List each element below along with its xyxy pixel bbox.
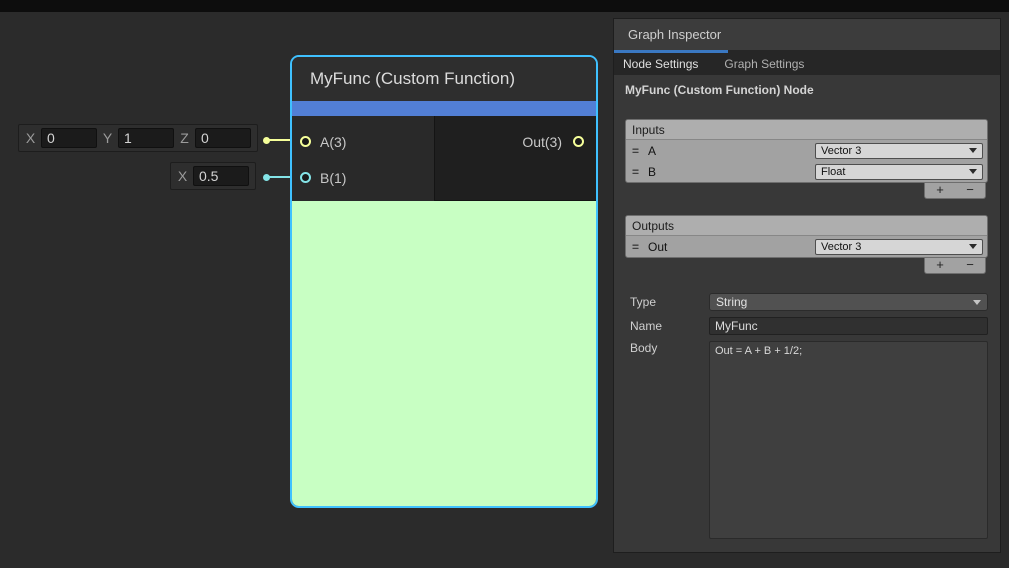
shader-graph-window: X Y Z X MyFunc (Custom Function) A(3) — [0, 0, 1009, 568]
function-body-field[interactable]: Out = A + B + 1/2; — [709, 341, 988, 539]
axis-x-label: X — [177, 168, 188, 184]
add-output-button[interactable]: + — [925, 258, 955, 273]
inspector-content: MyFunc (Custom Function) Node Inputs = A… — [614, 75, 1000, 539]
output-name: Out — [648, 240, 815, 254]
vector3-y-field[interactable] — [118, 128, 174, 148]
float-x-field[interactable] — [193, 166, 249, 186]
outputs-list: Outputs = Out Vector 3 — [625, 215, 988, 258]
node-preview — [292, 201, 596, 506]
node-title: MyFunc (Custom Function) — [310, 69, 515, 89]
inspector-subtitle: MyFunc (Custom Function) Node — [625, 83, 988, 97]
input-port-a-label: A(3) — [320, 134, 346, 150]
inspector-title-bar[interactable]: Graph Inspector — [614, 19, 1000, 50]
list-item-output[interactable]: = Out Vector 3 — [626, 236, 987, 257]
function-name-field[interactable] — [709, 317, 988, 335]
name-label: Name — [625, 319, 709, 333]
input-ports-panel — [292, 116, 435, 201]
type-label: Type — [625, 295, 709, 309]
dropdown-arrow-icon — [969, 244, 977, 249]
dropdown-value: Float — [821, 166, 845, 178]
input-port-b-label: B(1) — [320, 170, 346, 186]
output-type-dropdown[interactable]: Vector 3 — [815, 239, 983, 255]
inputs-list-footer: + − — [924, 183, 986, 199]
dropdown-arrow-icon — [973, 300, 981, 305]
dropdown-arrow-icon — [969, 148, 977, 153]
inspector-tab-bar: Node Settings Graph Settings — [614, 53, 1000, 75]
dropdown-value: String — [716, 295, 747, 309]
dropdown-value: Vector 3 — [821, 145, 861, 157]
dropdown-arrow-icon — [969, 169, 977, 174]
body-label: Body — [625, 341, 709, 355]
drag-handle-icon[interactable]: = — [632, 144, 639, 158]
custom-function-node[interactable]: MyFunc (Custom Function) A(3) B(1) Out(3… — [290, 55, 598, 508]
input-a-name: A — [648, 144, 815, 158]
input-b-type-dropdown[interactable]: Float — [815, 164, 983, 180]
outputs-list-footer: + − — [924, 258, 986, 274]
axis-y-label: Y — [102, 130, 113, 146]
add-input-button[interactable]: + — [925, 183, 955, 198]
drag-handle-icon[interactable]: = — [632, 165, 639, 179]
axis-x-label: X — [25, 130, 36, 146]
input-b-name: B — [648, 165, 815, 179]
list-item-input-b[interactable]: = B Float — [626, 161, 987, 182]
axis-z-label: Z — [179, 130, 190, 146]
inspector-title: Graph Inspector — [628, 27, 721, 42]
input-port-b-icon[interactable] — [300, 172, 311, 183]
dropdown-value: Vector 3 — [821, 241, 861, 253]
node-accent-bar — [292, 101, 596, 116]
vector3-x-field[interactable] — [41, 128, 97, 148]
node-title-bar[interactable]: MyFunc (Custom Function) — [292, 57, 596, 101]
output-port-icon[interactable] — [573, 136, 584, 147]
input-a-type-dropdown[interactable]: Vector 3 — [815, 143, 983, 159]
vector3-z-field[interactable] — [195, 128, 251, 148]
vector3-input-widget: X Y Z — [18, 124, 258, 152]
name-row: Name — [625, 317, 988, 335]
type-dropdown[interactable]: String — [709, 293, 988, 311]
type-row: Type String — [625, 293, 988, 311]
output-port-label: Out(3) — [522, 134, 562, 150]
list-item-input-a[interactable]: = A Vector 3 — [626, 140, 987, 161]
remove-input-button[interactable]: − — [955, 183, 985, 198]
tab-graph-settings[interactable]: Graph Settings — [724, 57, 804, 71]
graph-inspector-panel: Graph Inspector Node Settings Graph Sett… — [613, 18, 1001, 553]
inputs-list: Inputs = A Vector 3 = B Float — [625, 119, 988, 183]
drag-handle-icon[interactable]: = — [632, 240, 639, 254]
body-row: Body Out = A + B + 1/2; — [625, 341, 988, 539]
tab-node-settings[interactable]: Node Settings — [623, 57, 698, 71]
node-port-area: A(3) B(1) Out(3) — [292, 116, 596, 201]
window-top-bar — [0, 0, 1009, 12]
float-input-widget: X — [170, 162, 256, 190]
input-port-a-icon[interactable] — [300, 136, 311, 147]
remove-output-button[interactable]: − — [955, 258, 985, 273]
inputs-list-header: Inputs — [626, 120, 987, 140]
outputs-list-header: Outputs — [626, 216, 987, 236]
